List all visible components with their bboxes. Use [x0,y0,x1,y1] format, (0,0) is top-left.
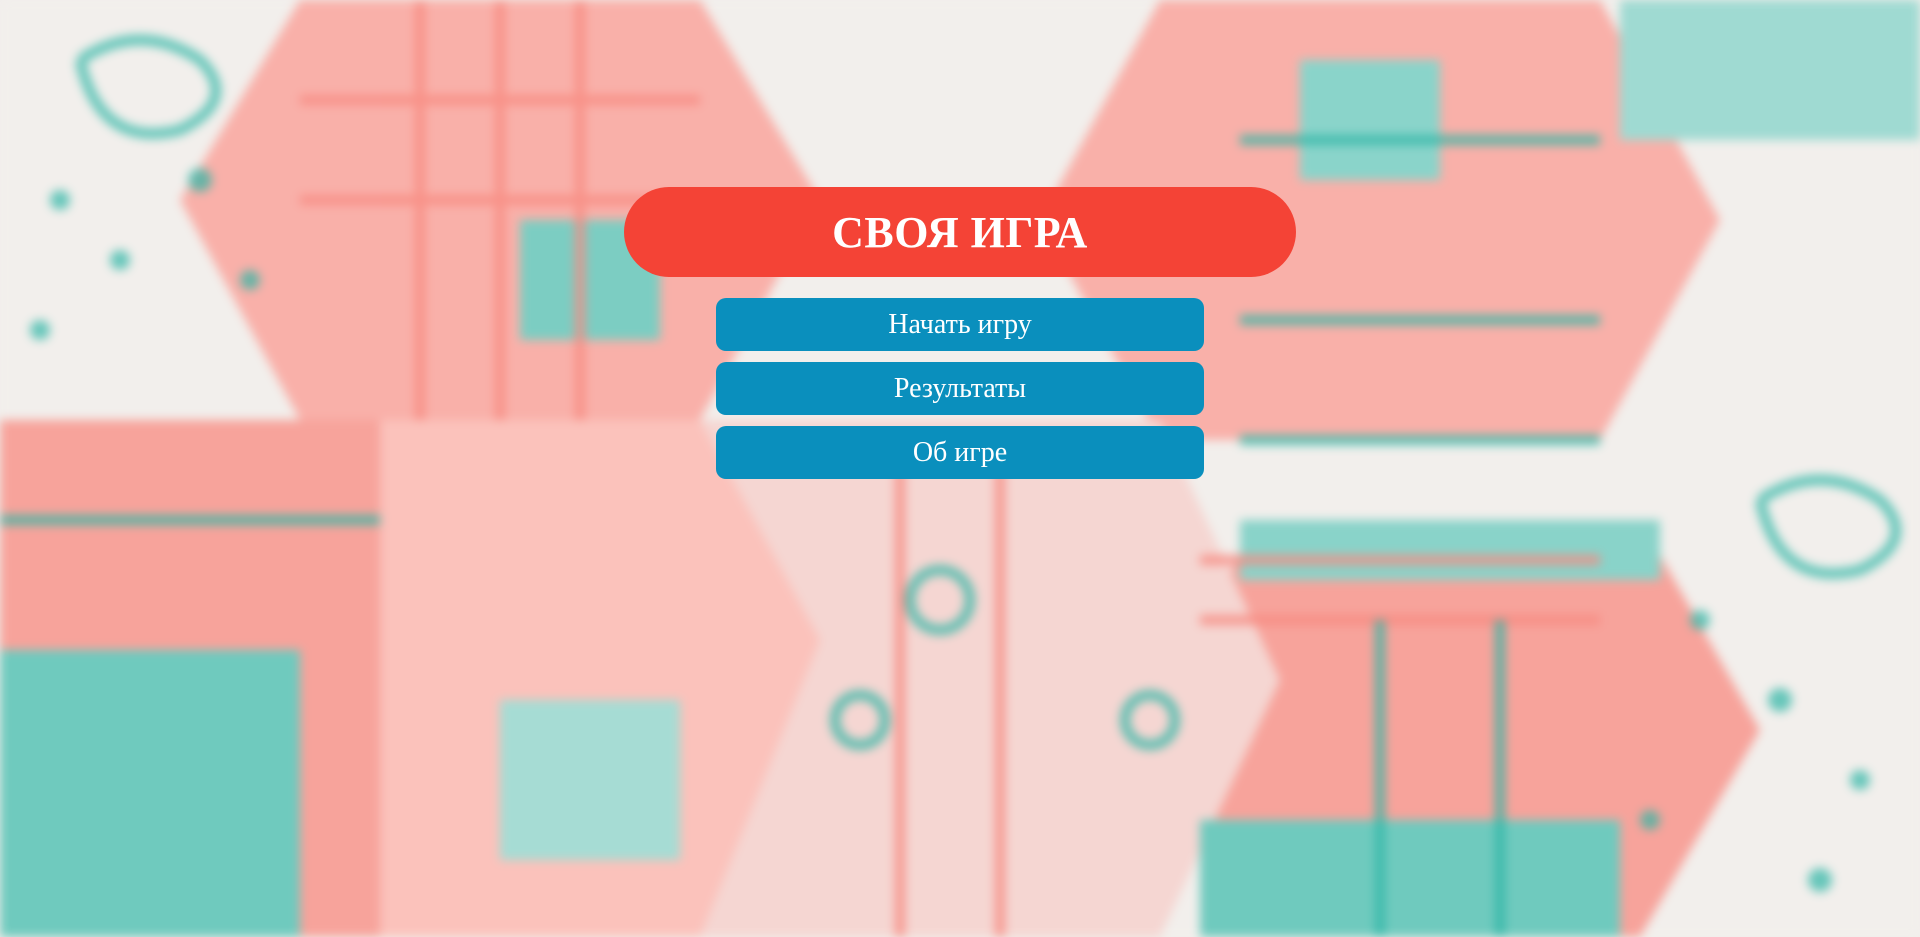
start-game-button[interactable]: Начать игру [716,298,1204,351]
results-button[interactable]: Результаты [716,362,1204,415]
game-title: СВОЯ ИГРА [624,187,1296,277]
about-game-button[interactable]: Об игре [716,426,1204,479]
main-menu: СВОЯ ИГРА Начать игру Результаты Об игре [0,0,1920,937]
